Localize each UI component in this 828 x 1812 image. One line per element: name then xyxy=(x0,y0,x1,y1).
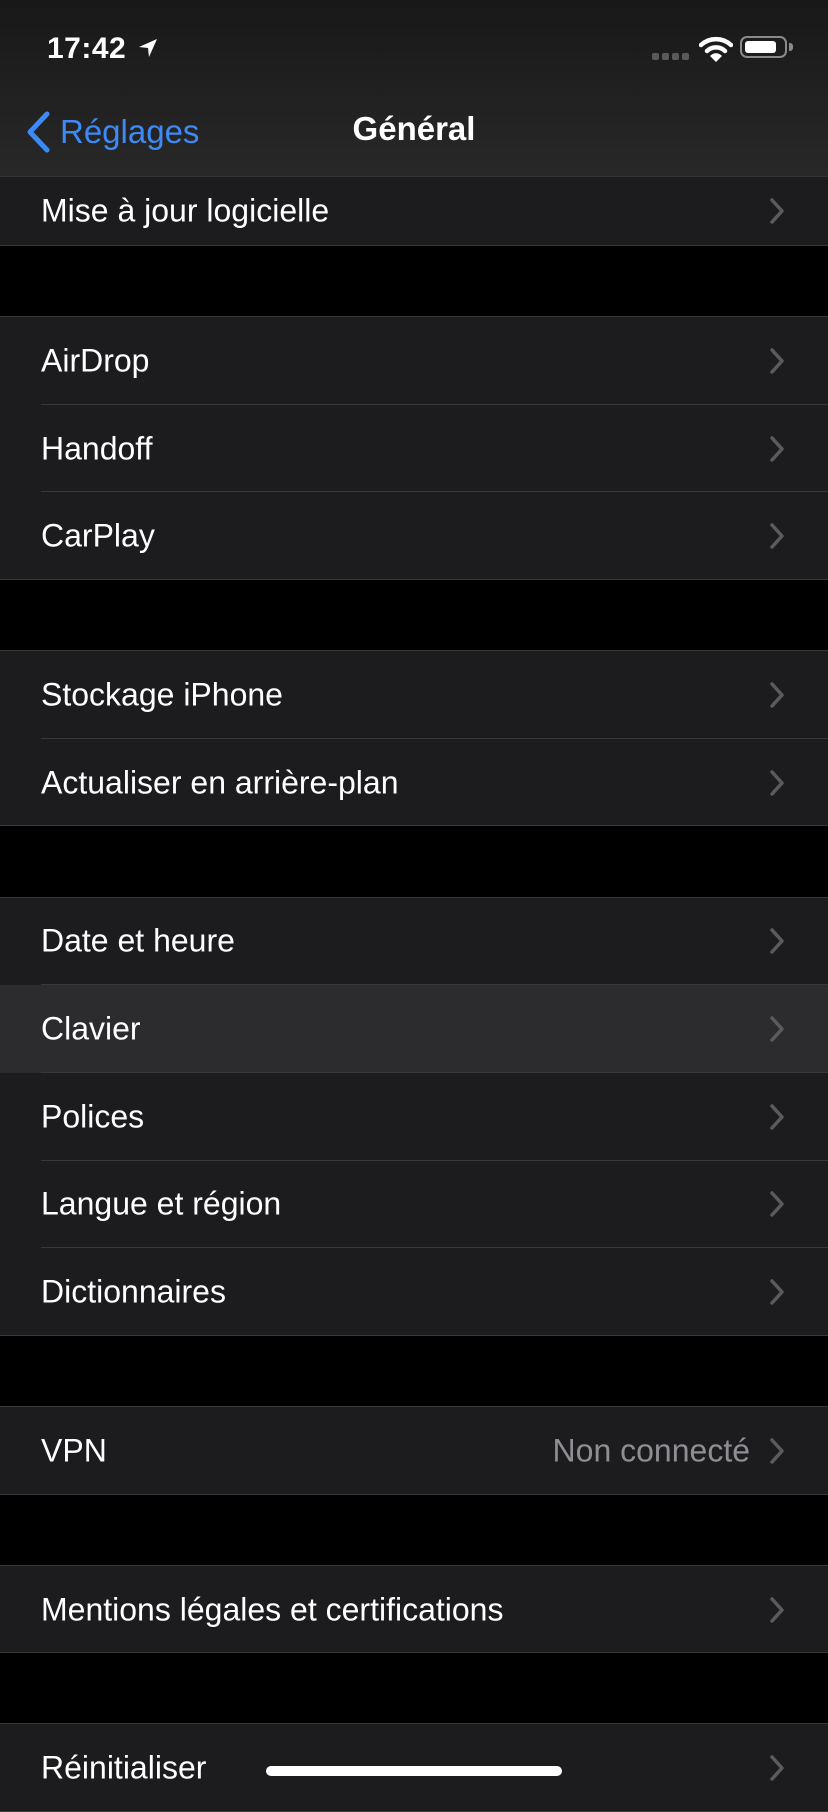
settings-row-polices[interactable]: Polices xyxy=(0,1072,828,1161)
chevron-right-icon xyxy=(770,348,784,374)
battery-nub xyxy=(789,43,793,51)
settings-row-actualiser-en-arriere-plan[interactable]: Actualiser en arrière-plan xyxy=(0,738,828,827)
page-title: Général xyxy=(352,110,476,147)
row-label: AirDrop xyxy=(41,342,150,379)
chevron-right-icon xyxy=(770,1438,784,1464)
settings-row-vpn[interactable]: VPN Non connecté xyxy=(0,1407,828,1495)
navigation-header: 17:42 Réglages Général xyxy=(0,0,828,177)
settings-row-clavier[interactable]: Clavier xyxy=(0,985,828,1073)
settings-row-airdrop[interactable]: AirDrop xyxy=(0,317,828,405)
row-label: Dictionnaires xyxy=(41,1273,226,1310)
wifi-icon xyxy=(699,36,733,62)
row-label: Langue et région xyxy=(41,1185,282,1222)
row-label: Réinitialiser xyxy=(41,1749,207,1786)
status-time: 17:42 xyxy=(47,32,127,65)
row-separator xyxy=(0,245,828,246)
row-label: Mentions légales et certifications xyxy=(41,1591,504,1628)
chevron-right-icon xyxy=(770,1016,784,1042)
settings-row-dictionnaires[interactable]: Dictionnaires xyxy=(0,1248,828,1336)
row-separator xyxy=(0,825,828,827)
chevron-right-icon xyxy=(770,682,784,708)
row-value: Non connecté xyxy=(552,1432,750,1469)
chevron-right-icon xyxy=(770,1103,784,1130)
settings-row-handoff[interactable]: Handoff xyxy=(0,404,828,493)
location-arrow-icon xyxy=(139,39,157,57)
settings-row-carplay[interactable]: CarPlay xyxy=(0,492,828,581)
row-label: CarPlay xyxy=(41,517,155,554)
row-separator xyxy=(0,579,828,581)
row-label: Stockage iPhone xyxy=(41,676,283,713)
settings-row-mentions-legales-et-certifications[interactable]: Mentions légales et certifications xyxy=(0,1565,828,1654)
chevron-right-icon xyxy=(770,1191,784,1218)
row-label: Handoff xyxy=(41,430,153,467)
row-label: Mise à jour logicielle xyxy=(41,192,330,229)
chevron-right-icon xyxy=(770,928,784,955)
battery-level xyxy=(745,41,777,53)
chevron-right-icon xyxy=(770,769,784,796)
row-label: Date et heure xyxy=(41,922,235,959)
chevron-right-icon xyxy=(770,1755,784,1781)
row-label: Clavier xyxy=(41,1010,141,1047)
chevron-right-icon xyxy=(770,1279,784,1305)
row-label: VPN xyxy=(41,1432,107,1469)
settings-row-mise-a-jour-logicielle[interactable]: Mise à jour logicielle xyxy=(0,176,828,246)
row-separator xyxy=(0,1334,828,1336)
cellular-signal-icon xyxy=(652,53,689,60)
chevron-right-icon xyxy=(770,523,784,549)
chevron-right-icon xyxy=(770,435,784,462)
row-separator xyxy=(0,1652,828,1654)
chevron-right-icon xyxy=(770,198,784,224)
home-indicator[interactable] xyxy=(266,1766,562,1776)
settings-row-langue-et-region[interactable]: Langue et région xyxy=(0,1160,828,1249)
settings-row-date-et-heure[interactable]: Date et heure xyxy=(0,897,828,986)
battery-icon xyxy=(740,36,787,58)
row-label: Polices xyxy=(41,1098,145,1135)
row-label: Actualiser en arrière-plan xyxy=(41,764,399,801)
settings-row-stockage-iphone[interactable]: Stockage iPhone xyxy=(0,651,828,739)
chevron-right-icon xyxy=(770,1596,784,1623)
row-separator xyxy=(0,1493,828,1495)
